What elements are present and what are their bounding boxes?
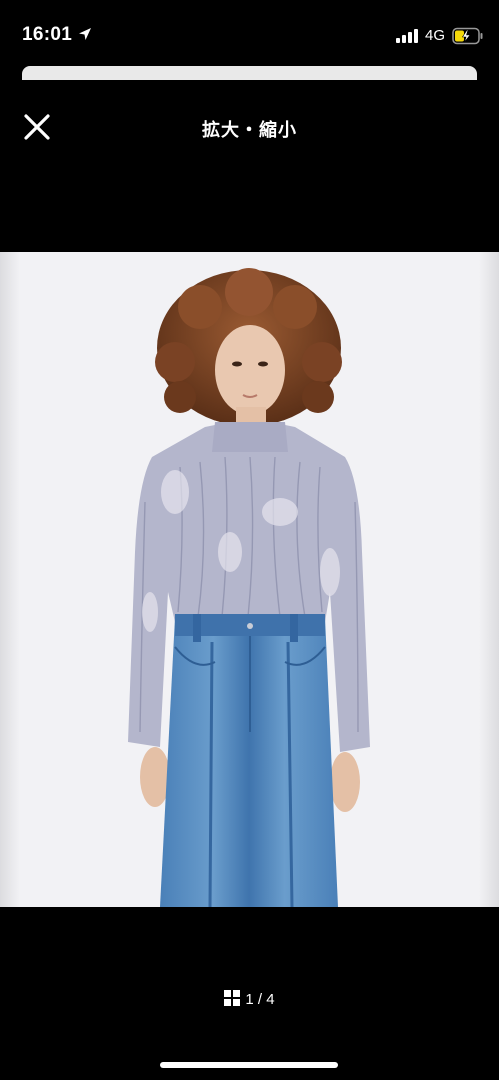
page-counter: 1 / 4 <box>245 991 275 1008</box>
status-time: 16:01 <box>22 24 73 45</box>
header-bar <box>0 80 499 252</box>
page-indicator[interactable]: 1 / 4 <box>0 990 499 1008</box>
sheet-top-edge <box>22 66 477 80</box>
product-photo[interactable] <box>0 252 499 907</box>
page-title: 拡大・縮小 <box>202 120 297 140</box>
status-bar: 16:01 4G <box>0 0 499 64</box>
network-label: 4G <box>425 27 446 44</box>
cellular-signal-icon <box>396 29 418 43</box>
model-photo-illustration <box>0 252 499 907</box>
home-indicator[interactable] <box>160 1062 338 1068</box>
battery-charging-icon <box>452 27 483 45</box>
location-arrow-icon <box>79 28 91 40</box>
grid-icon <box>224 990 241 1006</box>
